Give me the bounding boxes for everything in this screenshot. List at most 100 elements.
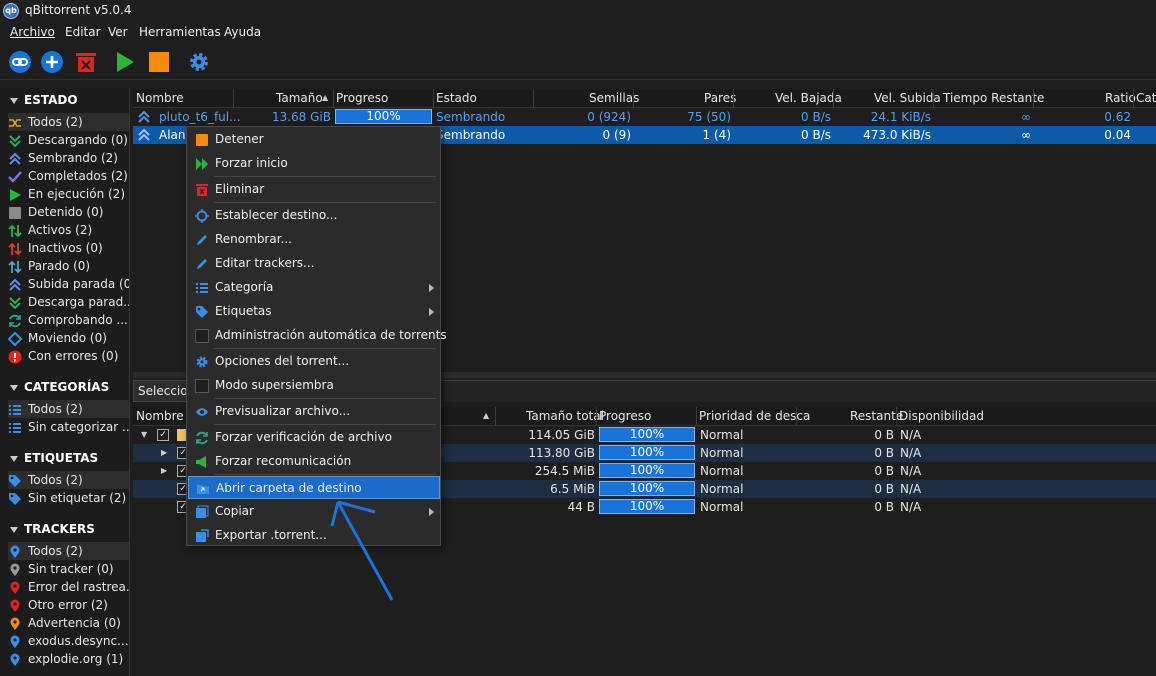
menu-detener[interactable]: Detener: [188, 128, 440, 151]
sidebar-item[interactable]: Con errores (0): [8, 347, 129, 365]
sidebar-item-label: Descargando (0): [28, 133, 128, 147]
sidebar-item-label: En ejecución (2): [28, 187, 125, 201]
expand-right-icon[interactable]: ▶: [161, 462, 167, 480]
sidebar-item[interactable]: Parado (0): [8, 257, 129, 275]
sidebar-item[interactable]: Advertencia (0): [8, 614, 129, 632]
file-priority[interactable]: Normal: [700, 462, 743, 480]
sidebar-item[interactable]: Activos (2): [8, 221, 129, 239]
menu-item-label: Administración automática de torrents: [215, 328, 447, 342]
sidebar-item[interactable]: Sin categorizar ...: [8, 418, 129, 436]
section-categorias[interactable]: CATEGORÍAS: [10, 380, 109, 394]
col-prioridad[interactable]: Prioridad de desca: [699, 409, 810, 423]
menu-ver[interactable]: Ver: [108, 25, 128, 39]
collapse-icon: [10, 384, 18, 391]
sort-up-icon: ▲: [483, 411, 490, 420]
menu-renombrar[interactable]: Renombrar...: [188, 228, 440, 251]
stop-icon[interactable]: [147, 50, 171, 74]
play-icon[interactable]: [113, 50, 137, 74]
menu-forzar-recomunicacion[interactable]: Forzar recomunicación: [188, 450, 440, 473]
menu-editar-trackers[interactable]: Editar trackers...: [188, 252, 440, 275]
torrent-row[interactable]: pluto_t6_ful... 13.68 GiB 100% Sembrando…: [133, 108, 1156, 126]
menu-admin-automatica[interactable]: Administración automática de torrents: [188, 324, 447, 347]
menu-eliminar[interactable]: Eliminar: [188, 178, 440, 201]
menu-editar[interactable]: Editar: [65, 25, 101, 39]
sidebar-item[interactable]: Descarga parad...: [8, 293, 129, 311]
col-semillas[interactable]: Semillas: [589, 91, 639, 105]
sidebar-item[interactable]: Detenido (0): [8, 203, 129, 221]
sidebar-item[interactable]: Completados (2): [8, 167, 129, 185]
col-ratio[interactable]: Ratio: [1105, 91, 1136, 105]
sidebar-item[interactable]: En ejecución (2): [8, 185, 129, 203]
menu-item-label: Forzar recomunicación: [215, 454, 352, 468]
col-estado[interactable]: Estado: [436, 91, 477, 105]
menu-establecer-destino[interactable]: Establecer destino...: [188, 204, 440, 227]
gear-icon[interactable]: [187, 50, 211, 74]
menu-item-label: Forzar inicio: [215, 156, 288, 170]
sidebar-item[interactable]: Todos (2): [8, 542, 129, 560]
delete-icon[interactable]: [74, 50, 98, 74]
menu-modo-supersiembra[interactable]: Modo supersiembra: [188, 374, 440, 397]
menu-previsualizar[interactable]: Previsualizar archivo...: [188, 400, 440, 423]
col-categoria[interactable]: Cate: [1136, 91, 1156, 105]
col-tamano-total[interactable]: Tamaño total: [526, 409, 604, 423]
file-priority[interactable]: Normal: [700, 426, 743, 444]
section-trackers[interactable]: TRACKERS: [10, 522, 95, 536]
link-icon[interactable]: [8, 50, 32, 74]
section-etiquetas[interactable]: ETIQUETAS: [10, 451, 98, 465]
sidebar-item[interactable]: Descargando (0): [8, 131, 129, 149]
menu-item-label: Previsualizar archivo...: [215, 404, 351, 418]
menu-etiquetas[interactable]: Etiquetas: [188, 300, 440, 323]
sidebar-item[interactable]: Comprobando ...: [8, 311, 129, 329]
sidebar-item-label: Sin categorizar ...: [28, 420, 129, 434]
sidebar-item[interactable]: Error del rastrea...: [8, 578, 129, 596]
sidebar-item[interactable]: Moviendo (0): [8, 329, 129, 347]
col-disponibilidad[interactable]: Disponibilidad: [899, 409, 984, 423]
col-progreso[interactable]: Progreso: [336, 91, 388, 105]
file-priority[interactable]: Normal: [700, 480, 743, 498]
sidebar-item[interactable]: Todos (2): [8, 113, 129, 131]
menu-forzar-verificacion[interactable]: Forzar verificación de archivo: [188, 426, 440, 449]
col-tamano[interactable]: Tamaño: [276, 91, 323, 105]
expand-right-icon[interactable]: ▶: [161, 444, 167, 462]
sidebar-item[interactable]: Otro error (2): [8, 596, 129, 614]
section-estado[interactable]: ESTADO: [10, 93, 78, 107]
file-checkbox[interactable]: ✓: [157, 429, 169, 441]
file-priority[interactable]: Normal: [700, 444, 743, 462]
menu-archivo[interactable]: Archivo: [10, 25, 55, 39]
sidebar-item[interactable]: Subida parada (0): [8, 275, 129, 293]
add-icon[interactable]: [40, 50, 64, 74]
col-vel-subida[interactable]: Vel. Subida: [874, 91, 941, 105]
menu-ayuda[interactable]: Ayuda: [224, 25, 261, 39]
menu-forzar-inicio[interactable]: Forzar inicio: [188, 152, 440, 175]
sidebar-item[interactable]: Sembrando (2): [8, 149, 129, 167]
torrent-eta: ∞: [1021, 128, 1031, 142]
tab-selection[interactable]: Seleccion: [133, 380, 193, 402]
sidebar-item[interactable]: Sin etiquetar (2): [8, 489, 129, 507]
col-pares[interactable]: Pares: [704, 91, 736, 105]
menu-herramientas[interactable]: Herramientas: [139, 25, 221, 39]
file-progress-bar: 100%: [599, 427, 695, 442]
export-icon: [195, 528, 209, 542]
menu-opciones-torrent[interactable]: Opciones del torrent...: [188, 350, 440, 373]
sidebar-item[interactable]: exodus.desync....: [8, 632, 129, 650]
sidebar-item[interactable]: explodie.org (1): [8, 650, 129, 668]
expand-down-icon[interactable]: ▼: [141, 426, 147, 444]
sidebar-item-label: Subida parada (0): [28, 277, 129, 291]
refresh-icon: [8, 314, 22, 328]
sidebar-item[interactable]: Sin tracker (0): [8, 560, 129, 578]
sidebar-item-label: Detenido (0): [28, 205, 104, 219]
error-icon: [8, 350, 22, 364]
col-vel-bajada[interactable]: Vel. Bajada: [775, 91, 842, 105]
pin-icon: [8, 581, 22, 595]
col-nombre[interactable]: Nombre: [136, 91, 184, 105]
sidebar-item[interactable]: Todos (2): [8, 400, 129, 418]
col-tiempo-restante[interactable]: Tiempo Restante: [943, 91, 1044, 105]
file-priority[interactable]: Normal: [700, 498, 743, 516]
pencil-icon: [195, 256, 209, 270]
sidebar-item[interactable]: Inactivos (0): [8, 239, 129, 257]
col-file-progreso[interactable]: Progreso: [599, 409, 651, 423]
col-file-nombre[interactable]: Nombre: [136, 409, 184, 423]
sidebar-item[interactable]: Todos (2): [8, 471, 129, 489]
sidebar-item-label: Otro error (2): [28, 598, 108, 612]
menu-categoria[interactable]: Categoría: [188, 276, 440, 299]
